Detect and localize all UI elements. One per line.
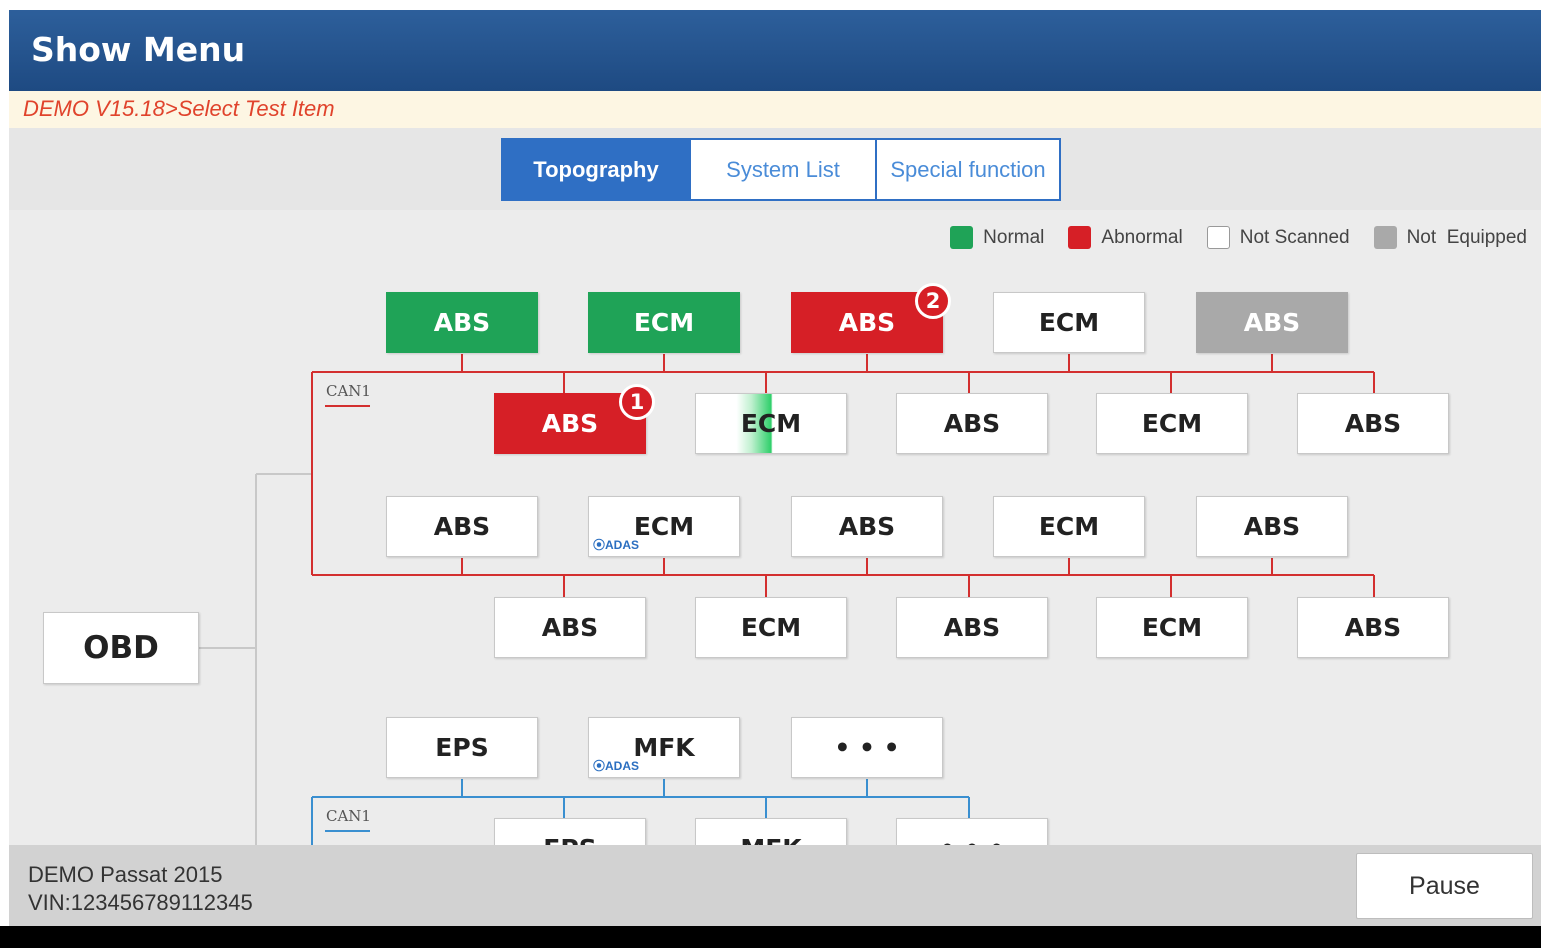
module-button[interactable]: ABS — [494, 597, 646, 658]
system-nav-bar — [0, 926, 1541, 948]
module-button[interactable]: ECM — [1096, 393, 1248, 454]
bus-lines — [199, 354, 1375, 926]
adas-tag: ⦿ADAS — [593, 759, 640, 773]
module-label: MFK — [633, 733, 695, 762]
vehicle-info: DEMO Passat 2015 VIN:123456789112345 — [28, 861, 253, 917]
more-modules-button[interactable]: • • • — [791, 717, 943, 778]
vin-number: VIN:123456789112345 — [28, 890, 253, 915]
module-button[interactable]: ABS — [791, 496, 943, 557]
app-window: Show Menu DEMO V15.18>Select Test Item T… — [9, 10, 1541, 926]
pause-button[interactable]: Pause — [1356, 853, 1533, 919]
module-button[interactable]: ECM — [993, 292, 1145, 353]
obd-node[interactable]: OBD — [43, 612, 199, 684]
adas-tag: ⦿ADAS — [593, 538, 640, 552]
module-button[interactable]: ABS — [1196, 496, 1348, 557]
module-button[interactable]: ABS — [896, 597, 1048, 658]
module-button[interactable]: ECM — [1096, 597, 1248, 658]
module-button[interactable]: ECM — [695, 393, 847, 454]
module-label: ECM — [633, 512, 695, 541]
module-button[interactable]: ABS — [1297, 393, 1449, 454]
module-button[interactable]: ECM — [695, 597, 847, 658]
module-button[interactable]: MFK ⦿ADAS — [588, 717, 740, 778]
module-button[interactable]: ABS — [1297, 597, 1449, 658]
can-bus-label: CAN1 — [326, 807, 371, 825]
module-button[interactable]: ECM — [588, 292, 740, 353]
status-footer: DEMO Passat 2015 VIN:123456789112345 Pau… — [9, 845, 1541, 926]
module-button[interactable]: ABS — [1196, 292, 1348, 353]
fault-count-badge: 1 — [619, 384, 655, 420]
module-button[interactable]: ABS — [386, 292, 538, 353]
module-button[interactable]: EPS — [386, 717, 538, 778]
vehicle-name: DEMO Passat 2015 — [28, 862, 223, 887]
module-button[interactable]: ECM ⦿ADAS — [588, 496, 740, 557]
fault-count-badge: 2 — [915, 283, 951, 319]
can-bus-label: CAN1 — [326, 382, 371, 400]
module-button[interactable]: ABS — [386, 496, 538, 557]
module-button[interactable]: ECM — [993, 496, 1145, 557]
module-button[interactable]: ABS — [896, 393, 1048, 454]
